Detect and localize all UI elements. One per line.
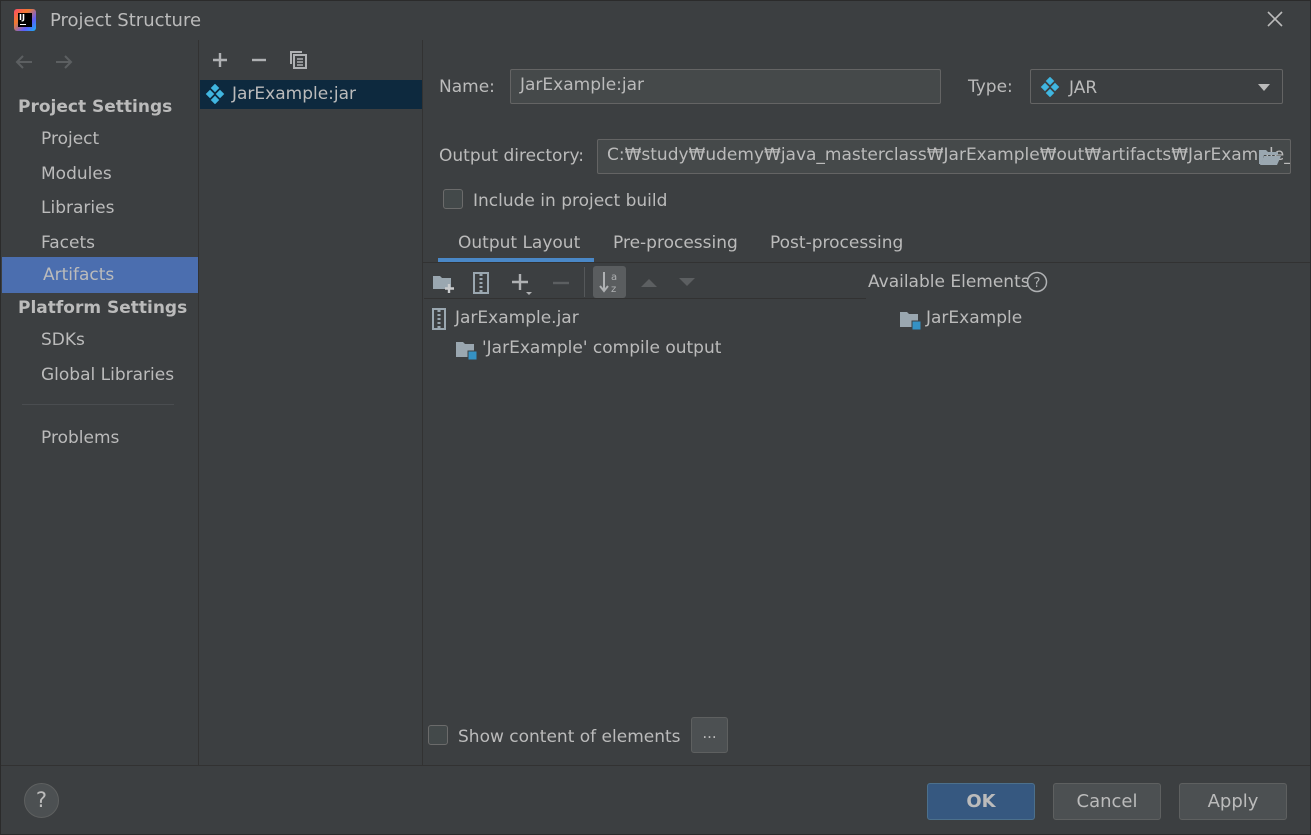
sort-alphabetically-icon: a z: [599, 272, 617, 294]
type-label: Type:: [968, 77, 1013, 97]
artifact-list-item[interactable]: JarExample:jar: [200, 80, 422, 109]
type-value: JAR: [1069, 78, 1098, 98]
chevron-down-icon: [1258, 84, 1270, 91]
tree-toolbar-border: [424, 298, 866, 299]
help-button[interactable]: ?: [24, 783, 59, 818]
copy-icon[interactable]: [287, 49, 309, 71]
module-folder-icon: [456, 342, 478, 361]
remove-element-icon[interactable]: [550, 272, 572, 294]
close-icon[interactable]: [1262, 6, 1288, 32]
sidebar-item-project[interactable]: Project: [0, 122, 196, 156]
move-up-icon[interactable]: [639, 276, 659, 288]
type-dropdown[interactable]: JAR: [1030, 69, 1283, 104]
sidebar-item-modules[interactable]: Modules: [0, 157, 196, 191]
tab-pre-processing[interactable]: Pre-processing: [613, 233, 738, 253]
output-directory-label: Output directory:: [439, 146, 584, 166]
include-in-build-checkbox[interactable]: [443, 189, 463, 209]
artifact-list-item-label: JarExample:jar: [232, 84, 357, 104]
sidebar-item-artifacts[interactable]: Artifacts: [2, 257, 198, 293]
back-arrow-icon[interactable]: [14, 52, 34, 72]
show-content-label: Show content of elements: [458, 727, 681, 747]
cancel-button[interactable]: Cancel: [1053, 783, 1161, 820]
platform-settings-header: Platform Settings: [18, 298, 188, 318]
toolbar-separator: [584, 267, 585, 297]
name-field[interactable]: JarExample:jar: [510, 69, 941, 104]
intellij-logo-icon: IJ: [14, 9, 36, 31]
svg-text:a: a: [611, 272, 617, 283]
add-archive-icon[interactable]: [472, 272, 490, 294]
svg-text:z: z: [611, 284, 616, 294]
name-label: Name:: [439, 77, 495, 97]
output-directory-field[interactable]: C:₩study₩udemy₩java_masterclass₩JarExamp…: [597, 139, 1291, 174]
project-settings-header: Project Settings: [18, 97, 173, 117]
jar-icon: [432, 308, 446, 330]
tabs-border: [423, 262, 1311, 263]
artifact-icon: [205, 84, 225, 104]
available-item-module[interactable]: JarExample: [926, 308, 1022, 328]
show-content-settings-button[interactable]: ...: [691, 717, 728, 753]
tab-post-processing[interactable]: Post-processing: [770, 233, 903, 253]
sidebar-item-global-libraries[interactable]: Global Libraries: [0, 358, 196, 392]
remove-icon[interactable]: [248, 49, 270, 71]
sidebar-item-problems[interactable]: Problems: [0, 421, 196, 455]
sidebar-item-facets[interactable]: Facets: [0, 226, 196, 260]
tree-item-compile-output[interactable]: 'JarExample' compile output: [482, 338, 721, 358]
tree-item-jar[interactable]: JarExample.jar: [455, 308, 579, 328]
add-copy-of-icon[interactable]: [510, 271, 536, 297]
tab-output-layout[interactable]: Output Layout: [458, 233, 580, 253]
include-in-build-label: Include in project build: [473, 191, 668, 211]
sidebar-divider: [22, 404, 174, 405]
footer-border: [0, 765, 1311, 766]
artifacts-divider-line: [422, 40, 423, 765]
window-title: Project Structure: [50, 10, 202, 31]
title-bar: IJ Project Structure: [0, 0, 1311, 40]
ok-button[interactable]: OK: [927, 783, 1035, 820]
add-icon[interactable]: [209, 49, 231, 71]
sidebar-item-sdks[interactable]: SDKs: [0, 323, 196, 357]
sort-elements-toggle[interactable]: a z: [593, 266, 626, 298]
create-directory-icon[interactable]: [432, 272, 456, 294]
browse-folder-icon[interactable]: [1258, 147, 1282, 167]
artifact-icon: [1040, 77, 1060, 97]
sidebar-divider-line: [198, 40, 199, 765]
available-elements-header: Available Elements: [868, 272, 1030, 292]
show-content-checkbox[interactable]: [428, 725, 448, 745]
module-folder-icon: [900, 312, 922, 331]
apply-button[interactable]: Apply: [1179, 783, 1287, 820]
help-circle-icon[interactable]: ?: [1026, 271, 1048, 293]
svg-text:?: ?: [1034, 276, 1041, 291]
forward-arrow-icon[interactable]: [54, 52, 74, 72]
move-down-icon[interactable]: [677, 276, 697, 288]
sidebar-item-libraries[interactable]: Libraries: [0, 191, 196, 225]
